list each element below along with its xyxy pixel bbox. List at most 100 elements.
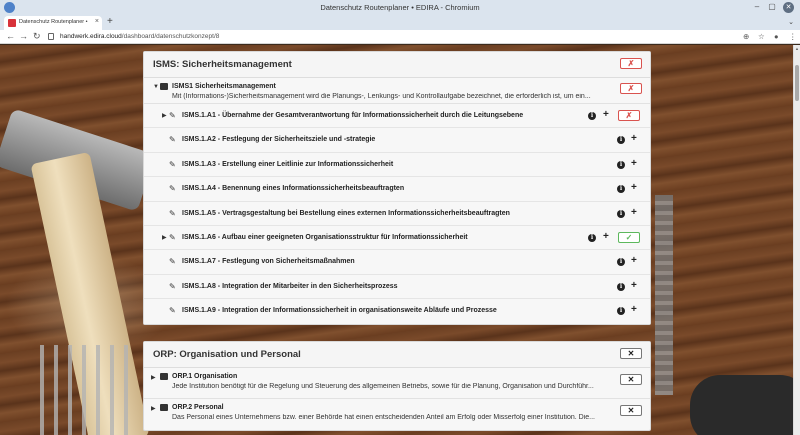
url-path: /dashboard/datenschutzkonzept/8	[121, 33, 220, 40]
account-icon[interactable]: ●	[774, 32, 779, 41]
browser-toolbar: ← → ↻ handwerk.edira.cloud/dashboard/dat…	[0, 30, 800, 44]
forward-icon[interactable]: →	[19, 31, 28, 41]
caret-right-icon[interactable]: ▶	[162, 234, 167, 241]
tab-strip: Datenschutz Routenplaner • EDIRA × + ⌄	[0, 16, 800, 30]
requirement-row[interactable]: ✎ ISMS.1.A8 - Integration der Mitarbeite…	[144, 274, 650, 300]
edit-icon[interactable]: ✎	[169, 257, 178, 266]
info-icon[interactable]: i	[588, 233, 596, 242]
module-row[interactable]: ▼ ISMS1 Sicherheitsmanagement Mit (Infor…	[144, 78, 650, 104]
add-group-button[interactable]: ✕	[620, 348, 642, 359]
module-row[interactable]: ▶ ORP.2 Personal Das Personal eines Unte…	[144, 399, 650, 430]
edit-icon[interactable]: ✎	[169, 160, 178, 169]
module-title: ORP.1 Organisation	[172, 373, 238, 380]
requirement-title: ISMS.1.A1 - Übernahme der Gesamtverantwo…	[182, 112, 524, 119]
edit-icon[interactable]: ✎	[169, 282, 178, 291]
window-title: Datenschutz Routenplaner • EDIRA - Chrom…	[320, 3, 480, 12]
add-module-button[interactable]: ✕	[620, 405, 642, 416]
requirement-row[interactable]: ✎ ISMS.1.A9 - Integration der Informatio…	[144, 299, 650, 324]
background-tool-bits	[655, 195, 673, 395]
caret-down-icon[interactable]: ▼	[153, 84, 159, 90]
requirement-row[interactable]: ✎ ISMS.1.A3 - Erstellung einer Leitlinie…	[144, 152, 650, 178]
window-close-icon[interactable]: ✕	[783, 2, 794, 13]
card-isms: ISMS: Sicherheitsmanagement ✗ ▼ ISMS1 Si…	[143, 51, 651, 325]
info-icon[interactable]: i	[617, 282, 625, 291]
new-tab-button[interactable]: +	[107, 16, 113, 27]
zoom-icon[interactable]: ⊕	[743, 32, 749, 41]
requirement-title: ISMS.1.A4 - Benennung eines Informations…	[182, 185, 405, 193]
browser-tab[interactable]: Datenschutz Routenplaner • EDIRA ×	[4, 16, 102, 30]
requirement-row[interactable]: ✎ ISMS.1.A7 - Festlegung von Sicherheits…	[144, 250, 650, 275]
requirement-title: ISMS.1.A9 - Integration der Informations…	[182, 307, 497, 315]
confirmed-requirement-button[interactable]: ✓	[618, 231, 640, 243]
tab-close-icon[interactable]: ×	[95, 18, 99, 25]
module-row[interactable]: ▶ ORP.1 Organisation Jede Institution be…	[144, 368, 650, 399]
requirement-row[interactable]: ▶ ✎ ISMS.1.A1 - Übernahme der Gesamtvera…	[144, 104, 650, 129]
window-minimize-icon[interactable]: ‒	[752, 2, 762, 11]
scroll-up-icon[interactable]: ▲	[795, 46, 799, 51]
module-description: Das Personal eines Unternehmens bzw. ein…	[172, 414, 595, 421]
requirement-title: ISMS.1.A8 - Integration der Mitarbeiter …	[182, 282, 398, 290]
remove-group-button[interactable]: ✗	[620, 58, 642, 69]
add-icon[interactable]: +	[631, 133, 637, 145]
module-description: Jede Institution benötigt für die Regelu…	[172, 383, 594, 390]
book-icon	[160, 83, 168, 90]
tab-title: Datenschutz Routenplaner • EDIRA	[19, 19, 89, 25]
edit-icon[interactable]: ✎	[169, 135, 178, 144]
bookmark-star-icon[interactable]: ☆	[758, 32, 765, 41]
reload-icon[interactable]: ↻	[33, 31, 41, 42]
add-module-button[interactable]: ✕	[620, 374, 642, 385]
caret-right-icon[interactable]: ▶	[151, 374, 156, 381]
page-scrollbar[interactable]: ▲	[793, 45, 800, 435]
requirement-title: ISMS.1.A5 - Vertragsgestaltung bei Beste…	[182, 209, 510, 217]
edit-icon[interactable]: ✎	[169, 209, 178, 218]
lock-icon[interactable]	[48, 33, 54, 40]
card-orp: ORP: Organisation und Personal ✕ ▶ ORP.1…	[143, 341, 651, 431]
add-icon[interactable]: +	[631, 255, 637, 267]
module-title: ISMS1 Sicherheitsmanagement	[172, 83, 276, 90]
caret-right-icon[interactable]: ▶	[151, 405, 156, 412]
card-title: ISMS: Sicherheitsmanagement	[153, 59, 292, 70]
tab-search-icon[interactable]: ⌄	[788, 18, 794, 26]
edit-icon[interactable]: ✎	[169, 233, 178, 242]
card-header: ISMS: Sicherheitsmanagement ✗	[144, 52, 650, 78]
requirement-title: ISMS.1.A7 - Festlegung von Sicherheitsma…	[182, 258, 355, 266]
info-icon[interactable]: i	[617, 185, 625, 194]
requirement-title: ISMS.1.A2 - Festlegung der Sicherheitszi…	[182, 136, 376, 144]
book-icon	[160, 404, 168, 411]
add-icon[interactable]: +	[631, 158, 637, 170]
info-icon[interactable]: i	[617, 258, 625, 267]
add-icon[interactable]: +	[603, 231, 609, 243]
requirement-row[interactable]: ✎ ISMS.1.A4 - Benennung eines Informatio…	[144, 177, 650, 202]
info-icon[interactable]: i	[617, 160, 625, 169]
remove-requirement-button[interactable]: ✗	[618, 110, 640, 121]
requirement-row[interactable]: ✎ ISMS.1.A2 - Festlegung der Sicherheits…	[144, 128, 650, 153]
add-icon[interactable]: +	[631, 304, 637, 316]
book-icon	[160, 373, 168, 380]
browser-menu-icon[interactable]: ⋮	[789, 32, 797, 41]
window-titlebar: Datenschutz Routenplaner • EDIRA - Chrom…	[0, 0, 800, 16]
back-icon[interactable]: ←	[6, 31, 15, 41]
requirement-title: ISMS.1.A6 - Aufbau einer geeigneten Orga…	[182, 233, 468, 241]
requirement-row[interactable]: ▶ ✎ ISMS.1.A6 - Aufbau einer geeigneten …	[144, 225, 650, 251]
info-icon[interactable]: i	[617, 307, 625, 316]
edit-icon[interactable]: ✎	[169, 111, 178, 120]
edit-icon[interactable]: ✎	[169, 184, 178, 193]
info-icon[interactable]: i	[617, 209, 625, 218]
window-maximize-icon[interactable]: ▢	[767, 2, 777, 11]
url-host: handwerk.edira.cloud	[60, 33, 122, 40]
requirement-row[interactable]: ✎ ISMS.1.A5 - Vertragsgestaltung bei Bes…	[144, 201, 650, 226]
info-icon[interactable]: i	[588, 112, 596, 120]
add-icon[interactable]: +	[631, 280, 637, 292]
caret-right-icon[interactable]: ▶	[162, 112, 167, 119]
module-description: Mit (Informations-)Sicherheitsmanagement…	[172, 93, 591, 100]
info-icon[interactable]: i	[617, 136, 625, 145]
edit-icon[interactable]: ✎	[169, 306, 178, 315]
add-icon[interactable]: +	[603, 109, 609, 121]
background-allen-keys	[30, 345, 130, 435]
page-viewport: ISMS: Sicherheitsmanagement ✗ ▼ ISMS1 Si…	[0, 45, 800, 435]
add-icon[interactable]: +	[631, 207, 637, 219]
add-icon[interactable]: +	[631, 182, 637, 194]
address-bar[interactable]: handwerk.edira.cloud/dashboard/datenschu…	[60, 33, 219, 40]
remove-module-button[interactable]: ✗	[620, 83, 642, 94]
scrollbar-thumb[interactable]	[795, 65, 799, 101]
